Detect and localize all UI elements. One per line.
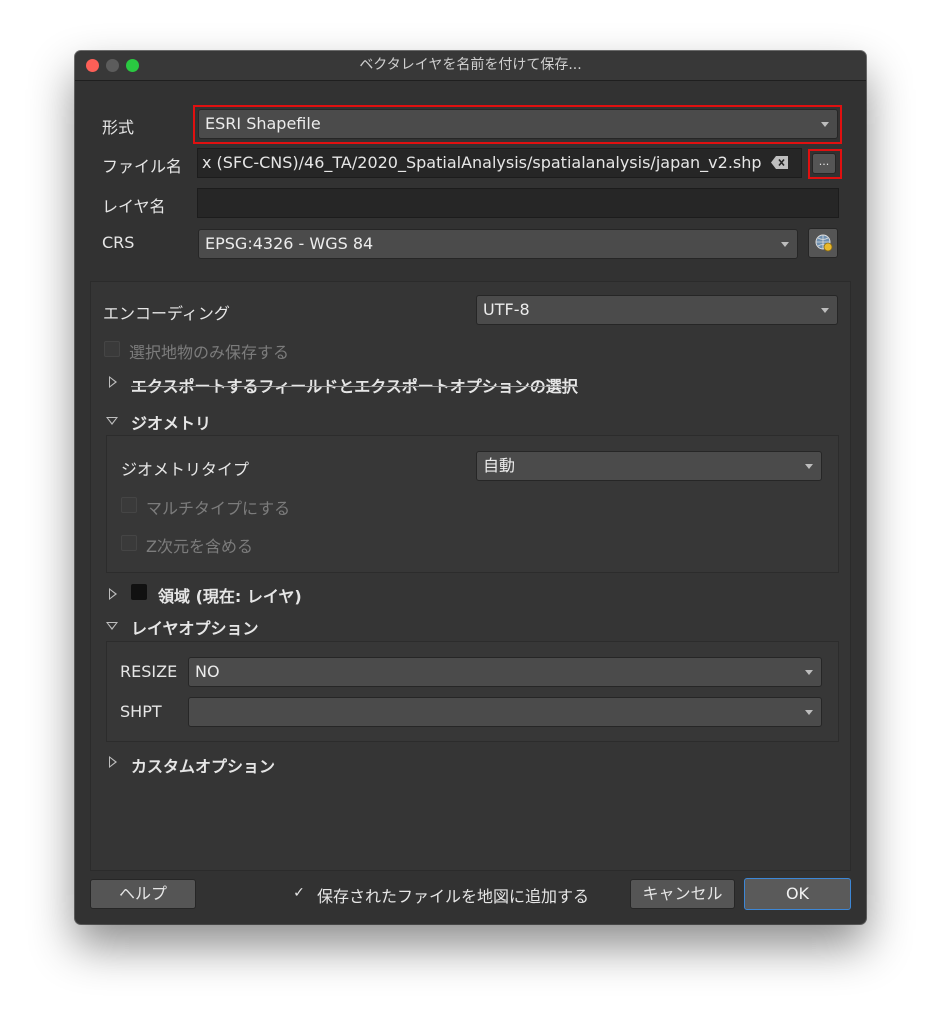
expand-right-icon[interactable] <box>109 588 117 600</box>
chevron-down-icon <box>805 670 813 675</box>
encoding-value: UTF-8 <box>483 300 530 319</box>
options-panel[interactable]: エンコーディング UTF-8 選択地物のみ保存する エクスポートするフィールドと… <box>90 281 851 871</box>
minimize-window-icon[interactable] <box>106 59 119 72</box>
chevron-down-icon <box>805 464 813 469</box>
add-to-map-label: 保存されたファイルを地図に追加する <box>317 887 590 906</box>
layername-input[interactable] <box>197 188 839 218</box>
chevron-down-icon <box>805 710 813 715</box>
cancel-button[interactable]: キャンセル <box>630 879 735 909</box>
chevron-down-icon <box>821 122 829 127</box>
globe-icon <box>815 234 833 252</box>
selected-only-checkbox[interactable] <box>104 341 120 357</box>
resize-select[interactable]: NO <box>188 657 822 687</box>
filename-input[interactable]: x (SFC-CNS)/46_TA/2020_SpatialAnalysis/s… <box>197 148 802 178</box>
shpt-select[interactable] <box>188 697 822 727</box>
browse-button[interactable]: ... <box>812 153 836 174</box>
filename-label: ファイル名 <box>102 157 183 176</box>
collapse-down-icon[interactable] <box>106 417 118 425</box>
ok-button[interactable]: OK <box>744 878 851 910</box>
encoding-label: エンコーディング <box>103 304 230 323</box>
geometry-type-label: ジオメトリタイプ <box>121 460 250 479</box>
layer-options-group: RESIZE NO SHPT <box>106 641 839 742</box>
shpt-label: SHPT <box>120 702 162 721</box>
clear-icon[interactable] <box>771 156 788 169</box>
resize-value: NO <box>195 662 220 681</box>
custom-options-section-header[interactable]: カスタムオプション <box>131 753 275 777</box>
geometry-type-select[interactable]: 自動 <box>476 451 822 481</box>
geometry-group: ジオメトリタイプ 自動 マルチタイプにする Z次元を含める <box>106 435 839 573</box>
save-vector-layer-dialog: ベクタレイヤを名前を付けて保存... 形式 ESRI Shapefile ファイ… <box>75 51 866 924</box>
multitype-checkbox[interactable] <box>121 497 137 513</box>
window-title: ベクタレイヤを名前を付けて保存... <box>359 57 582 73</box>
collapse-down-icon[interactable] <box>106 622 118 630</box>
title-bar[interactable]: ベクタレイヤを名前を付けて保存... <box>75 51 866 81</box>
extent-checkbox[interactable] <box>131 584 147 600</box>
layername-label: レイヤ名 <box>102 197 166 216</box>
format-label: 形式 <box>102 118 135 137</box>
zoom-window-icon[interactable] <box>126 59 139 72</box>
geometry-type-value: 自動 <box>483 456 516 475</box>
expand-right-icon[interactable] <box>109 376 117 388</box>
crs-value: EPSG:4326 - WGS 84 <box>205 234 374 253</box>
extent-section-header[interactable]: 領域 (現在: レイヤ) <box>158 583 302 607</box>
close-window-icon[interactable] <box>86 59 99 72</box>
multitype-label: マルチタイプにする <box>146 499 291 518</box>
add-to-map-checkbox[interactable]: ✓ <box>291 885 307 901</box>
resize-label: RESIZE <box>120 662 178 681</box>
filename-value: x (SFC-CNS)/46_TA/2020_SpatialAnalysis/s… <box>202 153 762 172</box>
chevron-down-icon <box>821 308 829 313</box>
geometry-section-header[interactable]: ジオメトリ <box>131 410 211 434</box>
format-value: ESRI Shapefile <box>205 114 321 133</box>
crs-selector-button[interactable] <box>808 228 838 258</box>
crs-label: CRS <box>102 233 135 252</box>
layer-options-section-header[interactable]: レイヤオプション <box>131 615 259 639</box>
fields-section-header[interactable]: エクスポートするフィールドとエクスポートオプションの選択 <box>131 373 578 397</box>
crs-select[interactable]: EPSG:4326 - WGS 84 <box>198 229 798 259</box>
help-button[interactable]: ヘルプ <box>90 879 196 909</box>
include-z-label: Z次元を含める <box>146 537 253 556</box>
expand-right-icon[interactable] <box>109 756 117 768</box>
format-select[interactable]: ESRI Shapefile <box>198 109 838 139</box>
selected-only-label: 選択地物のみ保存する <box>129 343 290 362</box>
encoding-select[interactable]: UTF-8 <box>476 295 838 325</box>
chevron-down-icon <box>781 242 789 247</box>
include-z-checkbox[interactable] <box>121 535 137 551</box>
